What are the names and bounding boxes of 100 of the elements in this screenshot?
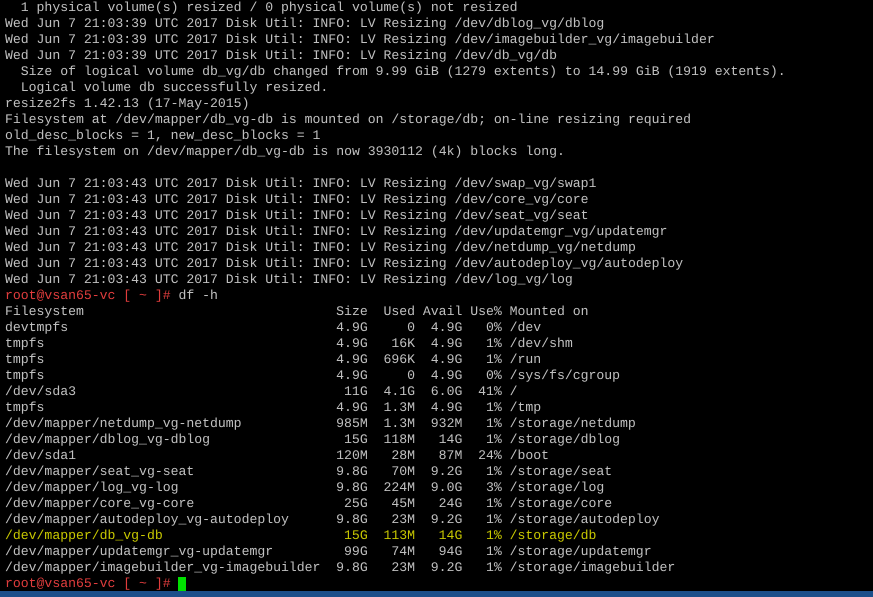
table-cell-text: tmpfs [5,352,46,368]
output-line: Wed Jun 7 21:03:43 UTC 2017 Disk Util: INFO: LV Resizing /dev/core_vg/core [5,192,590,208]
column-header: Mounted on [510,304,588,320]
table-cell: /storage/updatemgr [510,544,652,560]
table-cell-text: 1% [484,464,502,480]
table-cell-text: 1% [484,416,502,432]
table-cell-text: 9.2G [430,512,462,528]
table-cell-text: 4.9G [335,400,368,416]
table-cell-text: 1% [484,400,502,416]
table-cell-text: 45M [390,496,416,512]
table-cell-text: devtmpfs [5,320,70,336]
table-cell-text: 1% [484,512,502,528]
output-line: Wed Jun 7 21:03:39 UTC 2017 Disk Util: INFO: LV Resizing /dev/imagebuilder_vg/imagebuilder [5,32,716,48]
table-cell-text: 99G [343,544,368,560]
table-cell-text: 0 [406,368,416,384]
table-cell-text: 932M [430,416,462,432]
table-cell-text: 9.0G [430,480,462,496]
shell-prompt: root@vsan65-vc [ ~ ]# [5,288,171,304]
table-cell-text: 74M [390,544,416,560]
table-cell-text: 11G [343,384,368,400]
output-line: Wed Jun 7 21:03:43 UTC 2017 Disk Util: INFO: LV Resizing /dev/updatemgr_vg/updatemgr [5,224,668,240]
table-cell-text: 28M [390,448,416,464]
table-cell: /storage/imagebuilder [510,560,676,576]
column-header: Used [382,304,416,320]
table-cell-text: 4.9G [335,336,368,352]
table-cell-text: 9.8G [335,480,368,496]
table-cell: /tmp [510,400,542,416]
table-cell-text: 15G [343,528,368,544]
output-line: 1 physical volume(s) resized / 0 physical volume(s) not resized [20,0,519,16]
table-cell-text: 1% [484,544,502,560]
table-cell-text: /dev/mapper/seat_vg-seat [5,464,196,480]
table-cell-text: 1% [484,496,502,512]
table-cell-text: tmpfs [5,400,46,416]
table-cell-text: 16K [390,336,416,352]
table-cell: /dev [510,320,542,336]
table-cell-text: 1% [484,528,502,544]
table-cell-text: 70M [390,464,416,480]
table-cell-text: 94G [438,544,462,560]
table-cell-text: /dev/mapper/autodeploy_vg-autodeploy [5,512,290,528]
table-cell-text: 4.9G [430,400,462,416]
table-cell-text: /dev/mapper/imagebuilder_vg-imagebuilder [5,560,322,576]
output-line: Wed Jun 7 21:03:39 UTC 2017 Disk Util: INFO: LV Resizing /dev/db_vg/db [5,48,558,64]
table-cell-text: 1.3M [382,416,416,432]
table-cell: /sys/fs/cgroup [510,368,620,384]
table-cell: /storage/db [510,528,596,544]
table-cell: / [510,384,518,400]
table-cell: /storage/core [510,496,612,512]
output-line: The filesystem on /dev/mapper/db_vg-db is now 3930112 (4k) blocks long. [5,144,566,160]
table-cell-text: 4.9G [430,320,462,336]
table-cell-text: 6.0G [430,384,462,400]
table-cell-text: 4.9G [430,336,462,352]
output-line: resize2fs 1.42.13 (17-May-2015) [5,96,250,112]
table-cell-text: 9.8G [335,464,368,480]
table-cell-text: /dev/mapper/netdump_vg-netdump [5,416,243,432]
table-cell-text: /dev/sda3 [5,384,77,400]
table-cell-text: 224M [382,480,416,496]
table-cell-text: 25G [343,496,368,512]
table-cell-text: 4.9G [430,352,462,368]
table-cell-text: 4.9G [430,368,462,384]
output-line: Wed Jun 7 21:03:43 UTC 2017 Disk Util: INFO: LV Resizing /dev/log_vg/log [5,272,574,288]
table-cell-text: 41% [477,384,502,400]
output-line: Logical volume db successfully resized. [20,80,330,96]
table-cell: /storage/seat [510,464,612,480]
table-cell-text: 0% [484,368,502,384]
table-cell-text: 9.8G [335,560,368,576]
table-cell: /storage/dblog [510,432,620,448]
table-cell-text: 9.8G [335,512,368,528]
table-cell-text: 3% [484,480,502,496]
table-cell-text: 87M [438,448,462,464]
table-cell-text: 1% [484,352,502,368]
table-cell-text: 696K [382,352,416,368]
table-cell-text: 4.9G [335,320,368,336]
table-cell-text: 14G [438,432,462,448]
output-line: Filesystem at /dev/mapper/db_vg-db is mounted on /storage/db; on-line resizing required [5,112,692,128]
table-cell-text: 0% [484,320,502,336]
table-cell-text: tmpfs [5,336,46,352]
table-cell-text: 4.1G [382,384,416,400]
table-cell: /storage/autodeploy [510,512,660,528]
table-cell-text: 14G [438,528,462,544]
table-cell-text: /dev/mapper/core_vg-core [5,496,196,512]
table-cell: /run [510,352,542,368]
table-cell-text: 120M [335,448,368,464]
table-cell-text: 23M [390,560,416,576]
table-cell: /storage/netdump [510,416,636,432]
table-cell-text: /dev/sda1 [5,448,77,464]
output-line: Wed Jun 7 21:03:43 UTC 2017 Disk Util: INFO: LV Resizing /dev/autodeploy_vg/autodeploy [5,256,684,272]
column-header: Avail [422,304,462,320]
column-header: Size [335,304,368,320]
table-cell-text: 1% [484,432,502,448]
table-cell-text: 113M [382,528,416,544]
table-cell: /dev/shm [510,336,573,352]
table-cell-text: 9.2G [430,464,462,480]
table-cell-text: 4.9G [335,352,368,368]
output-line: old_desc_blocks = 1, new_desc_blocks = 1 [5,128,322,144]
table-cell-text: 23M [390,512,416,528]
table-cell: /boot [510,448,550,464]
column-header: Filesystem [5,304,85,320]
output-line: Wed Jun 7 21:03:43 UTC 2017 Disk Util: INFO: LV Resizing /dev/swap_vg/swap1 [5,176,598,192]
table-cell-text: 118M [382,432,416,448]
output-line: Wed Jun 7 21:03:43 UTC 2017 Disk Util: INFO: LV Resizing /dev/netdump_vg/netdump [5,240,637,256]
